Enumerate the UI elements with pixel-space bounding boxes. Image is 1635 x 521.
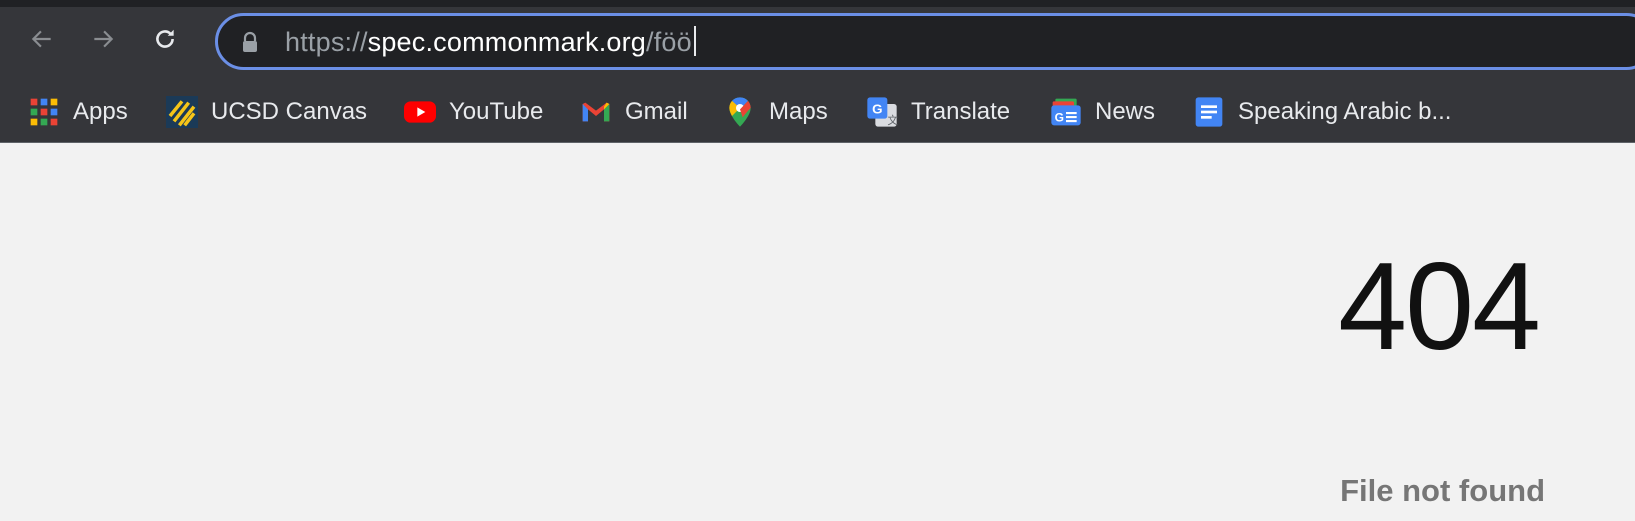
url-host: spec.commonmark.org bbox=[367, 27, 647, 57]
bookmark-translate[interactable]: G文 Translate bbox=[866, 95, 1010, 129]
error-code: 404 bbox=[1338, 238, 1541, 376]
bookmark-ucsd-canvas[interactable]: UCSD Canvas bbox=[166, 95, 367, 129]
bookmark-apps[interactable]: Apps bbox=[28, 95, 128, 129]
forward-arrow-icon bbox=[94, 30, 114, 48]
bookmark-label: Gmail bbox=[625, 98, 688, 125]
news-icon: G bbox=[1050, 96, 1082, 128]
bookmark-label: YouTube bbox=[449, 98, 544, 125]
maps-pin-icon bbox=[724, 96, 756, 128]
error-message: File not found bbox=[1340, 473, 1545, 508]
tab-strip bbox=[0, 0, 1635, 7]
bookmark-speaking-arabic[interactable]: Speaking Arabic b... bbox=[1193, 95, 1451, 129]
forward-button[interactable] bbox=[83, 19, 123, 59]
bookmark-youtube[interactable]: YouTube bbox=[404, 95, 543, 129]
translate-icon: G文 bbox=[866, 96, 898, 128]
svg-text:文: 文 bbox=[887, 114, 898, 127]
bookmark-label: Translate bbox=[911, 98, 1011, 125]
bookmark-news[interactable]: G News bbox=[1050, 95, 1155, 129]
svg-text:G: G bbox=[1055, 110, 1064, 124]
address-bar[interactable]: https://spec.commonmark.org/föö bbox=[215, 13, 1635, 70]
bookmark-label: Apps bbox=[73, 98, 128, 125]
page-content: 404 File not found bbox=[0, 143, 1635, 521]
reload-button[interactable] bbox=[145, 19, 185, 59]
text-caret bbox=[693, 26, 696, 56]
back-arrow-icon bbox=[31, 30, 51, 48]
browser-toolbar: https://spec.commonmark.org/föö bbox=[0, 7, 1635, 83]
lock-icon[interactable] bbox=[240, 31, 260, 55]
url-text[interactable]: https://spec.commonmark.org/föö bbox=[285, 25, 696, 59]
svg-text:G: G bbox=[872, 101, 882, 116]
bookmark-gmail[interactable]: Gmail bbox=[580, 95, 688, 129]
bookmark-label: UCSD Canvas bbox=[211, 98, 368, 125]
bookmark-label: News bbox=[1095, 98, 1156, 125]
youtube-icon bbox=[404, 96, 436, 128]
bookmark-label: Maps bbox=[769, 98, 828, 125]
bookmark-label: Speaking Arabic b... bbox=[1238, 98, 1452, 125]
apps-grid-icon bbox=[28, 96, 60, 128]
docs-icon bbox=[1193, 96, 1225, 128]
browser-chrome: https://spec.commonmark.org/föö Apps UCS… bbox=[0, 0, 1635, 143]
canvas-icon bbox=[166, 96, 198, 128]
bookmark-maps[interactable]: Maps bbox=[724, 95, 828, 129]
reload-icon bbox=[156, 29, 174, 48]
url-path: /föö bbox=[646, 27, 692, 57]
url-scheme: https:// bbox=[285, 27, 368, 57]
bookmarks-bar: Apps UCSD Canvas YouTube Gmail Maps G 文 … bbox=[0, 83, 1635, 143]
gmail-icon bbox=[580, 96, 612, 128]
back-button[interactable] bbox=[22, 19, 62, 59]
